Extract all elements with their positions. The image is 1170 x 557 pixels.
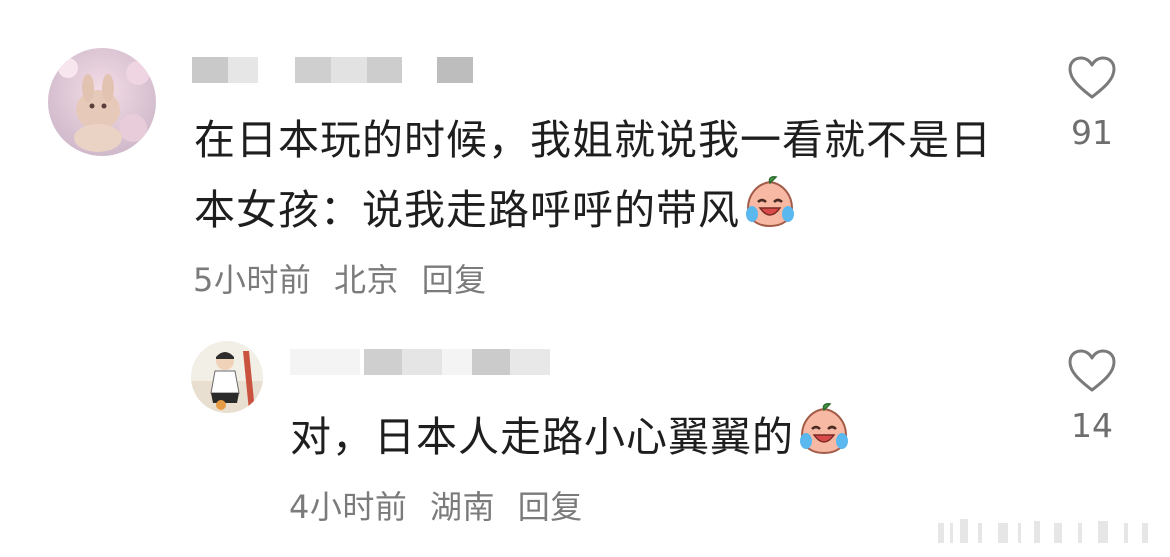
comment-text-line: 本女孩：说我走路呼呼的带风 [194, 174, 992, 250]
like-count: 14 [1071, 406, 1113, 445]
like-count: 91 [1071, 113, 1113, 152]
comment-text: 对，日本人走路小心翼翼的 [290, 401, 852, 477]
comment-location: 湖南 [430, 488, 496, 526]
comment-time: 4小时前 [289, 488, 408, 526]
comment-meta: 5小时前 北京 回复 [193, 255, 499, 301]
comment-text-line: 在日本玩的时候，我姐就说我一看就不是日 [194, 116, 992, 164]
heart-icon[interactable] [1067, 349, 1117, 398]
username-redacted[interactable] [192, 57, 482, 83]
username-redacted[interactable] [290, 349, 590, 375]
comment-text-line: 对，日本人走路小心翼翼的 [290, 401, 852, 477]
comment-time: 5小时前 [193, 261, 312, 299]
avatar[interactable] [191, 341, 263, 413]
reply-button[interactable]: 回复 [422, 261, 487, 299]
reply-button[interactable]: 回复 [518, 488, 583, 526]
like-button[interactable]: 14 [1052, 348, 1132, 445]
crying-laughing-emoji-icon [742, 174, 798, 250]
crying-laughing-emoji-icon [796, 401, 852, 477]
comment-text: 在日本玩的时候，我姐就说我一看就不是日 本女孩：说我走路呼呼的带风 [194, 107, 992, 250]
like-button[interactable]: 91 [1052, 55, 1132, 152]
comment-location: 北京 [334, 261, 400, 299]
heart-icon[interactable] [1067, 56, 1117, 105]
avatar[interactable] [48, 48, 156, 156]
watermark [938, 517, 1158, 547]
comment-meta: 4小时前 湖南 回复 [289, 482, 595, 528]
comment-item: 在日本玩的时候，我姐就说我一看就不是日 本女孩：说我走路呼呼的带风 5小时前 北… [0, 0, 1170, 320]
